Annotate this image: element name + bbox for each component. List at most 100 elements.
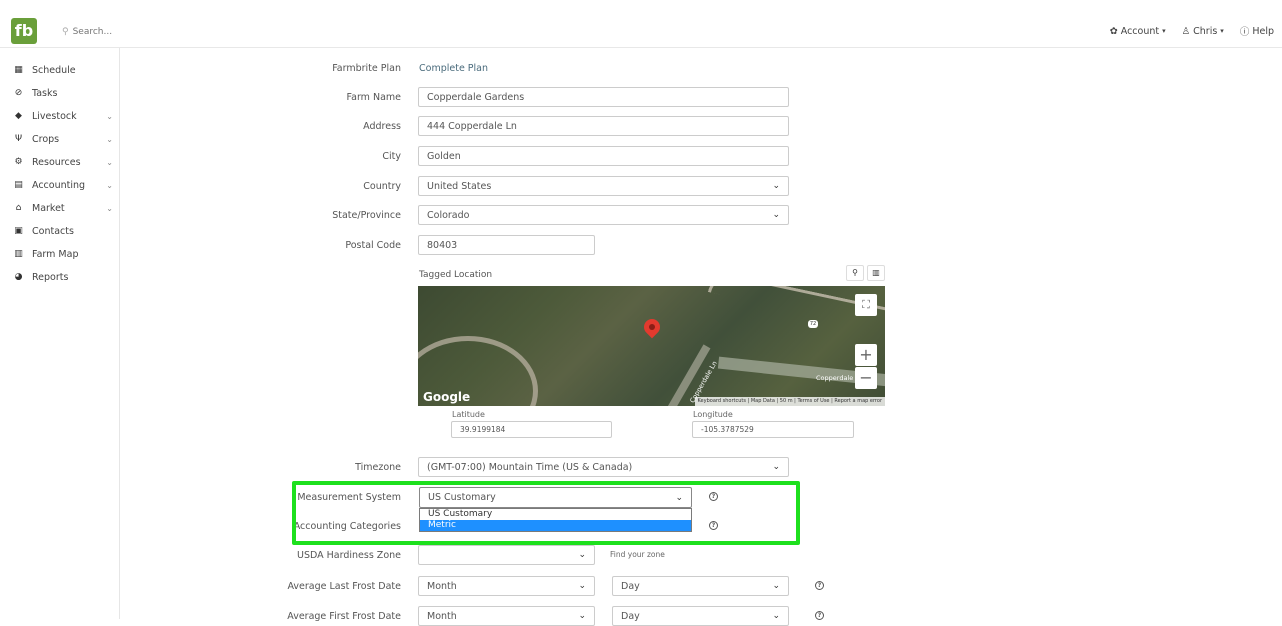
chevron-down-icon: ⌄ [106, 203, 113, 213]
state-value: Colorado [427, 209, 470, 221]
address-field[interactable]: 444 Copperdale Ln [418, 116, 789, 136]
sidebar-item-contacts[interactable]: ▣ Contacts [13, 224, 113, 238]
sidebar-item-label: Market [32, 202, 65, 214]
chevron-down-icon: ⌄ [772, 581, 780, 591]
top-bar: fb ⚲ ✿ Account ▾ ♙ Chris ▾ ⓘ Help [0, 0, 1282, 48]
chevron-down-icon: ⌄ [772, 462, 780, 472]
resources-icon: ⚙ [14, 157, 23, 167]
account-menu[interactable]: ✿ Account ▾ [1110, 24, 1166, 38]
timezone-select[interactable]: (GMT-07:00) Mountain Time (US & Canada) … [418, 457, 789, 477]
country-label: Country [363, 181, 401, 192]
map-icon: ▥ [14, 249, 23, 259]
chevron-down-icon: ⌄ [106, 157, 113, 167]
city-label: City [382, 151, 401, 162]
store-icon: ⌂ [15, 203, 22, 213]
check-circle-icon: ⊘ [14, 88, 23, 98]
month-value: Month [427, 580, 457, 592]
sidebar-item-label: Schedule [32, 64, 76, 76]
sidebar-item-livestock[interactable]: ◆ Livestock ⌄ [13, 109, 113, 123]
sidebar-item-label: Reports [32, 271, 69, 283]
map-attribution[interactable]: Keyboard shortcuts | Map Data | 50 m | T… [694, 397, 885, 406]
help-label: Help [1252, 25, 1274, 37]
zoom-out-button[interactable]: − [855, 367, 877, 389]
search-icon: ⚲ [62, 27, 69, 37]
sidebar-item-tasks[interactable]: ⊘ Tasks [13, 86, 113, 100]
help-circle-icon: ⓘ [1239, 27, 1250, 38]
farmbrite-logo[interactable]: fb [11, 18, 37, 44]
chevron-down-icon: ⌄ [578, 611, 586, 621]
chevron-down-icon: ⌄ [578, 550, 586, 560]
first-frost-month-select[interactable]: Month ⌄ [418, 606, 595, 626]
locate-icon: ⚲ [852, 268, 858, 277]
sidebar-item-market[interactable]: ⌂ Market ⌄ [13, 201, 113, 215]
search-box[interactable]: ⚲ [62, 24, 192, 40]
latitude-label: Latitude [452, 410, 485, 419]
search-input[interactable] [72, 27, 183, 37]
minus-icon: − [859, 368, 873, 387]
country-select[interactable]: United States ⌄ [418, 176, 789, 196]
sidebar-item-crops[interactable]: Ψ Crops ⌄ [13, 132, 113, 146]
location-map[interactable]: 72 Copperdale Copperdale Ln ⛶ + − Google… [418, 286, 885, 406]
road-number: 72 [808, 320, 818, 328]
chevron-down-icon: ⌄ [106, 111, 113, 121]
user-icon: ♙ [1181, 25, 1191, 37]
caret-down-icon: ▾ [1220, 27, 1224, 35]
last-frost-month-select[interactable]: Month ⌄ [418, 576, 595, 596]
google-logo: Google [423, 390, 471, 404]
sidebar-item-reports[interactable]: ◕ Reports [13, 270, 113, 284]
plan-label: Farmbrite Plan [332, 63, 401, 74]
first-frost-day-select[interactable]: Day ⌄ [612, 606, 789, 626]
find-zone-link[interactable]: Find your zone [610, 550, 665, 559]
place-label: Copperdale [816, 374, 854, 382]
longitude-field[interactable]: -105.3787529 [692, 421, 854, 438]
fullscreen-icon: ⛶ [862, 298, 870, 311]
sidebar-item-label: Accounting [32, 179, 86, 191]
sidebar-item-accounting[interactable]: ▤ Accounting ⌄ [13, 178, 113, 192]
sidebar-item-label: Farm Map [32, 248, 79, 260]
user-label: Chris [1193, 25, 1218, 37]
sidebar-item-label: Livestock [32, 110, 77, 122]
zoom-in-button[interactable]: + [855, 344, 877, 366]
last-frost-day-select[interactable]: Day ⌄ [612, 576, 789, 596]
plan-value: Complete Plan [419, 63, 489, 74]
plus-icon: + [859, 345, 873, 364]
usda-label: USDA Hardiness Zone [297, 550, 401, 561]
map-view-button[interactable]: ▥ [867, 265, 885, 281]
postal-field[interactable]: 80403 [418, 235, 595, 255]
sidebar-item-farm-map[interactable]: ▥ Farm Map [13, 247, 113, 261]
postal-value: 80403 [427, 239, 458, 251]
chevron-down-icon: ⌄ [772, 210, 780, 220]
day-value: Day [621, 610, 640, 622]
chevron-down-icon: ⌄ [578, 581, 586, 591]
sidebar-item-resources[interactable]: ⚙ Resources ⌄ [13, 155, 113, 169]
pie-chart-icon: ◕ [14, 272, 23, 282]
longitude-label: Longitude [693, 410, 733, 419]
latitude-field[interactable]: 39.9199184 [451, 421, 612, 438]
location-pin-icon[interactable] [640, 315, 664, 339]
farm-name-label: Farm Name [346, 92, 401, 103]
sidebar-item-label: Tasks [32, 87, 58, 99]
calculator-icon: ▤ [14, 180, 23, 190]
address-value: 444 Copperdale Ln [427, 120, 517, 132]
help-menu[interactable]: ⓘ Help [1239, 24, 1274, 39]
locate-button[interactable]: ⚲ [846, 265, 864, 281]
chevron-down-icon: ⌄ [772, 181, 780, 191]
timezone-value: (GMT-07:00) Mountain Time (US & Canada) [427, 461, 633, 473]
city-field[interactable]: Golden [418, 146, 789, 166]
livestock-icon: ◆ [15, 111, 22, 121]
month-value: Month [427, 610, 457, 622]
sidebar-item-schedule[interactable]: ▦ Schedule [13, 63, 113, 77]
farm-name-field[interactable]: Copperdale Gardens [418, 87, 789, 107]
state-select[interactable]: Colorado ⌄ [418, 205, 789, 225]
latitude-value: 39.9199184 [460, 425, 506, 434]
help-circle-icon[interactable]: ? [815, 581, 824, 590]
fullscreen-button[interactable]: ⛶ [855, 294, 877, 316]
address-label: Address [363, 121, 401, 132]
timezone-label: Timezone [355, 462, 401, 473]
sidebar-item-label: Crops [32, 133, 60, 145]
user-menu[interactable]: ♙ Chris ▾ [1182, 24, 1224, 38]
caret-down-icon: ▾ [1162, 27, 1166, 35]
chevron-down-icon: ⌄ [106, 180, 113, 190]
sidebar-item-label: Resources [32, 156, 81, 168]
usda-select[interactable]: ⌄ [418, 545, 595, 565]
